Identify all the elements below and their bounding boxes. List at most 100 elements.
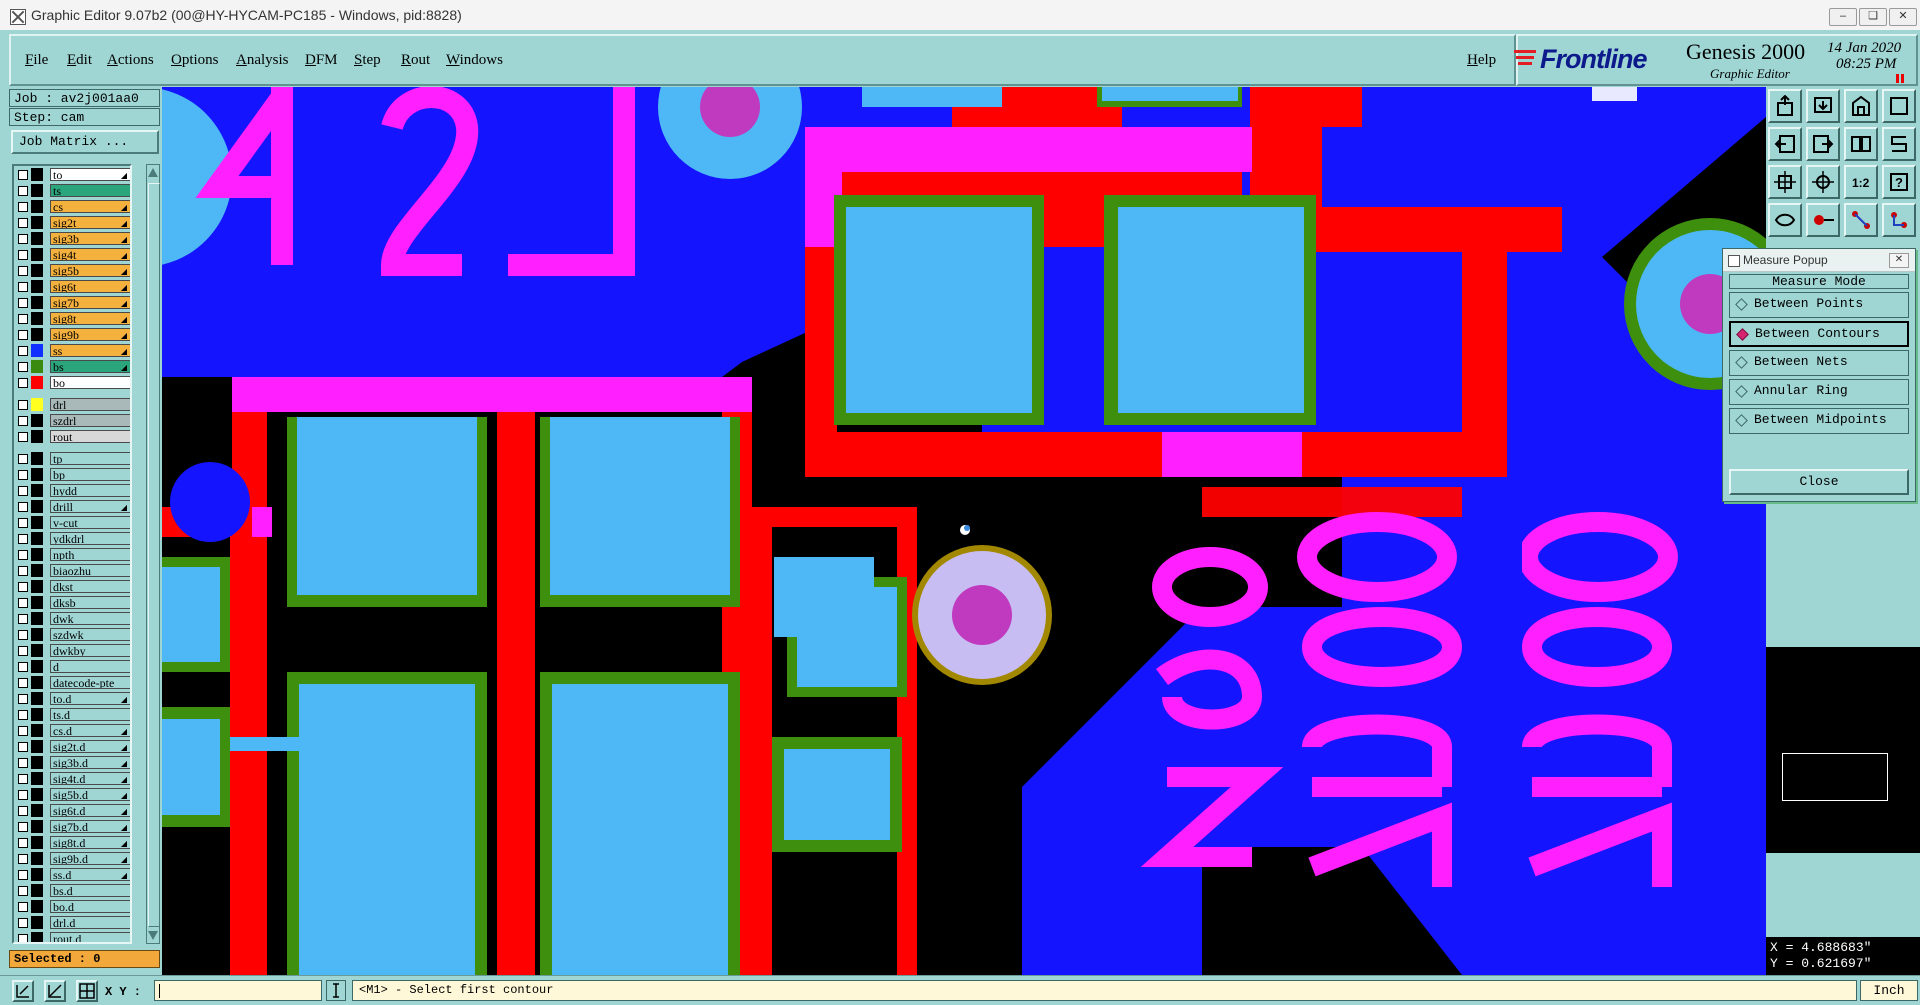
layer-color-swatch[interactable] (31, 516, 43, 529)
layer-row-drl[interactable]: drl (15, 398, 130, 412)
maximize-button[interactable]: ❑ (1859, 8, 1887, 26)
layer-color-swatch[interactable] (31, 184, 43, 197)
overview-viewport[interactable] (1782, 753, 1888, 801)
layer-row-sig3b.d[interactable]: sig3b.d ◢ (15, 756, 130, 770)
layer-name[interactable]: d (50, 660, 130, 673)
layer-color-swatch[interactable] (31, 414, 43, 427)
layer-name[interactable]: bs.d (50, 884, 130, 897)
layer-color-swatch[interactable] (31, 772, 43, 785)
layer-color-swatch[interactable] (31, 724, 43, 737)
menu-help[interactable]: Help (1467, 52, 1496, 69)
layer-row-d[interactable]: d (15, 660, 130, 674)
unit-selector[interactable]: Inch (1860, 980, 1918, 1001)
layer-color-swatch[interactable] (31, 452, 43, 465)
popup-close-button[interactable]: Close (1729, 469, 1909, 495)
layer-row-dwkby[interactable]: dwkby (15, 644, 130, 658)
zoom-1to2-button[interactable]: 1:2 (1844, 165, 1878, 199)
layer-name[interactable]: sig5b ◢ (50, 264, 130, 277)
layer-row-v-cut[interactable]: v-cut (15, 516, 130, 530)
layer-color-swatch[interactable] (31, 644, 43, 657)
layer-color-swatch[interactable] (31, 248, 43, 261)
layer-name[interactable]: bo (50, 376, 130, 389)
layer-checkbox[interactable] (18, 854, 28, 864)
layer-name[interactable]: v-cut (50, 516, 130, 529)
layer-color-swatch[interactable] (31, 916, 43, 929)
layer-color-swatch[interactable] (31, 788, 43, 801)
menu-file[interactable]: File (25, 52, 48, 69)
layer-name[interactable]: bs ◢ (50, 360, 130, 373)
layer-name[interactable]: drl (50, 398, 130, 411)
layer-checkbox[interactable] (18, 678, 28, 688)
layer-name[interactable]: sig6t.d ◢ (50, 804, 130, 817)
layer-name[interactable]: ss ◢ (50, 344, 130, 357)
layer-row-hydd[interactable]: hydd (15, 484, 130, 498)
layer-row-sig4t.d[interactable]: sig4t.d ◢ (15, 772, 130, 786)
layer-name[interactable]: npth (50, 548, 130, 561)
layer-color-swatch[interactable] (31, 468, 43, 481)
layer-row-bo[interactable]: bo (15, 376, 130, 390)
layer-row-bp[interactable]: bp (15, 468, 130, 482)
layer-row-sig5b[interactable]: sig5b ◢ (15, 264, 130, 278)
layer-name[interactable]: dwkby (50, 644, 130, 657)
layer-checkbox[interactable] (18, 234, 28, 244)
layer-checkbox[interactable] (18, 582, 28, 592)
layer-name[interactable]: to.d ◢ (50, 692, 130, 705)
layer-row-sig5b.d[interactable]: sig5b.d ◢ (15, 788, 130, 802)
layer-name[interactable]: cs.d ◢ (50, 724, 130, 737)
layer-name[interactable]: sig2t.d ◢ (50, 740, 130, 753)
layer-color-swatch[interactable] (31, 264, 43, 277)
layer-row-npth[interactable]: npth (15, 548, 130, 562)
layer-checkbox[interactable] (18, 838, 28, 848)
layer-row-cs.d[interactable]: cs.d ◢ (15, 724, 130, 738)
layer-row-to.d[interactable]: to.d ◢ (15, 692, 130, 706)
layer-color-swatch[interactable] (31, 216, 43, 229)
layer-color-swatch[interactable] (31, 548, 43, 561)
graphic-canvas[interactable] (162, 87, 1766, 975)
scroll-thumb[interactable] (148, 183, 160, 927)
job-matrix-button[interactable]: Job Matrix ... (11, 130, 159, 154)
layer-name[interactable]: ss.d ◢ (50, 868, 130, 881)
layer-row-ts.d[interactable]: ts.d (15, 708, 130, 722)
layer-row-bo.d[interactable]: bo.d (15, 900, 130, 914)
menu-step[interactable]: Step (354, 52, 381, 69)
layer-row-sig8t[interactable]: sig8t ◢ (15, 312, 130, 326)
overview-map[interactable] (1766, 647, 1920, 853)
layer-row-sig7b.d[interactable]: sig7b.d ◢ (15, 820, 130, 834)
layer-checkbox[interactable] (18, 534, 28, 544)
menu-actions[interactable]: Actions (107, 52, 154, 69)
layer-name[interactable]: rout.d (50, 932, 130, 942)
menu-edit[interactable]: Edit (67, 52, 92, 69)
scroll-down-icon[interactable] (148, 931, 158, 940)
option-annular-ring[interactable]: Annular Ring (1729, 379, 1909, 405)
layer-color-swatch[interactable] (31, 804, 43, 817)
zoom-in-button[interactable] (1806, 89, 1840, 123)
layer-row-to[interactable]: to ◢ (15, 168, 130, 182)
layer-color-swatch[interactable] (31, 484, 43, 497)
layer-color-swatch[interactable] (31, 900, 43, 913)
layer-row-sig8t.d[interactable]: sig8t.d ◢ (15, 836, 130, 850)
layer-name[interactable]: to ◢ (50, 168, 130, 181)
layer-color-swatch[interactable] (31, 344, 43, 357)
layer-name[interactable]: bo.d (50, 900, 130, 913)
layer-name[interactable]: szdrl (50, 414, 130, 427)
zoom-center-button[interactable] (1806, 165, 1840, 199)
layer-color-swatch[interactable] (31, 708, 43, 721)
settings-button[interactable] (1882, 89, 1916, 123)
fit-button[interactable] (1844, 127, 1878, 161)
layer-name[interactable]: drill ◢ (50, 500, 130, 513)
layer-name[interactable]: ts (50, 184, 130, 197)
layer-name[interactable]: sig9b.d ◢ (50, 852, 130, 865)
layer-color-swatch[interactable] (31, 398, 43, 411)
layer-checkbox[interactable] (18, 758, 28, 768)
layer-color-swatch[interactable] (31, 612, 43, 625)
layer-name[interactable]: sig3b.d ◢ (50, 756, 130, 769)
menu-rout[interactable]: Rout (401, 52, 430, 69)
pan-right-button[interactable] (1806, 127, 1840, 161)
layer-row-sig9b.d[interactable]: sig9b.d ◢ (15, 852, 130, 866)
layer-checkbox[interactable] (18, 486, 28, 496)
layer-name[interactable]: sig4t.d ◢ (50, 772, 130, 785)
layer-checkbox[interactable] (18, 400, 28, 410)
layer-row-ts[interactable]: ts (15, 184, 130, 198)
layer-row-biaozhu[interactable]: biaozhu (15, 564, 130, 578)
layer-row-ss.d[interactable]: ss.d ◢ (15, 868, 130, 882)
